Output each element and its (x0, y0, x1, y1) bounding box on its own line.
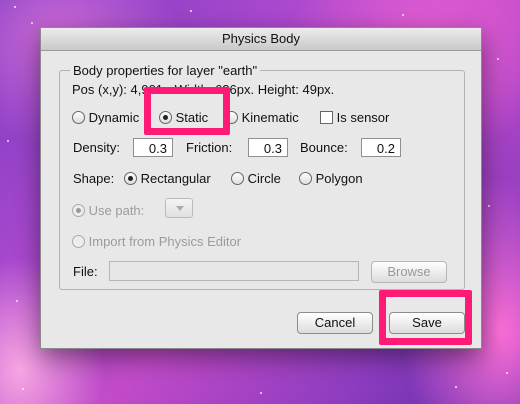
radio-rectangular-indicator (124, 172, 137, 185)
static-highlight-box (144, 87, 230, 135)
cancel-button[interactable]: Cancel (297, 312, 373, 334)
file-label: File: (73, 264, 98, 279)
radio-circle-indicator (231, 172, 244, 185)
use-path-dropdown[interactable] (165, 198, 193, 218)
density-field[interactable]: 0.3 (133, 138, 173, 157)
radio-polygon[interactable]: Polygon (299, 171, 363, 186)
use-path-label: Use path: (88, 203, 145, 218)
radio-polygon-indicator (299, 172, 312, 185)
friction-label: Friction: (186, 140, 233, 155)
is-sensor-checkbox[interactable]: Is sensor (320, 110, 389, 125)
radio-dynamic-indicator (72, 111, 85, 124)
import-label: Import from Physics Editor (88, 234, 242, 249)
bounce-field[interactable]: 0.2 (361, 138, 401, 157)
shape-label: Shape: (73, 171, 115, 186)
radio-dynamic[interactable]: Dynamic (72, 110, 139, 125)
radio-dynamic-label: Dynamic (88, 110, 140, 125)
radio-circle-label: Circle (247, 171, 281, 186)
friction-field[interactable]: 0.3 (248, 138, 288, 157)
radio-use-path[interactable]: Use path: (72, 203, 144, 218)
bounce-label: Bounce: (300, 140, 348, 155)
radio-circle[interactable]: Circle (231, 171, 281, 186)
radio-rectangular[interactable]: Rectangular (124, 171, 211, 186)
is-sensor-box (320, 111, 333, 124)
dialog-title: Physics Body (41, 28, 481, 51)
radio-rectangular-label: Rectangular (140, 171, 211, 186)
file-path-field[interactable] (109, 261, 359, 281)
radio-polygon-label: Polygon (315, 171, 363, 186)
browse-button[interactable]: Browse (371, 261, 447, 283)
is-sensor-label: Is sensor (336, 110, 390, 125)
radio-use-path-indicator (72, 204, 85, 217)
radio-kinematic-label: Kinematic (241, 110, 299, 125)
radio-import-indicator (72, 235, 85, 248)
radio-kinematic[interactable]: Kinematic (225, 110, 299, 125)
density-label: Density: (73, 140, 120, 155)
save-highlight-box (379, 290, 472, 345)
group-title: Body properties for layer "earth" (70, 63, 261, 78)
radio-import-physics-editor[interactable]: Import from Physics Editor (72, 234, 241, 249)
